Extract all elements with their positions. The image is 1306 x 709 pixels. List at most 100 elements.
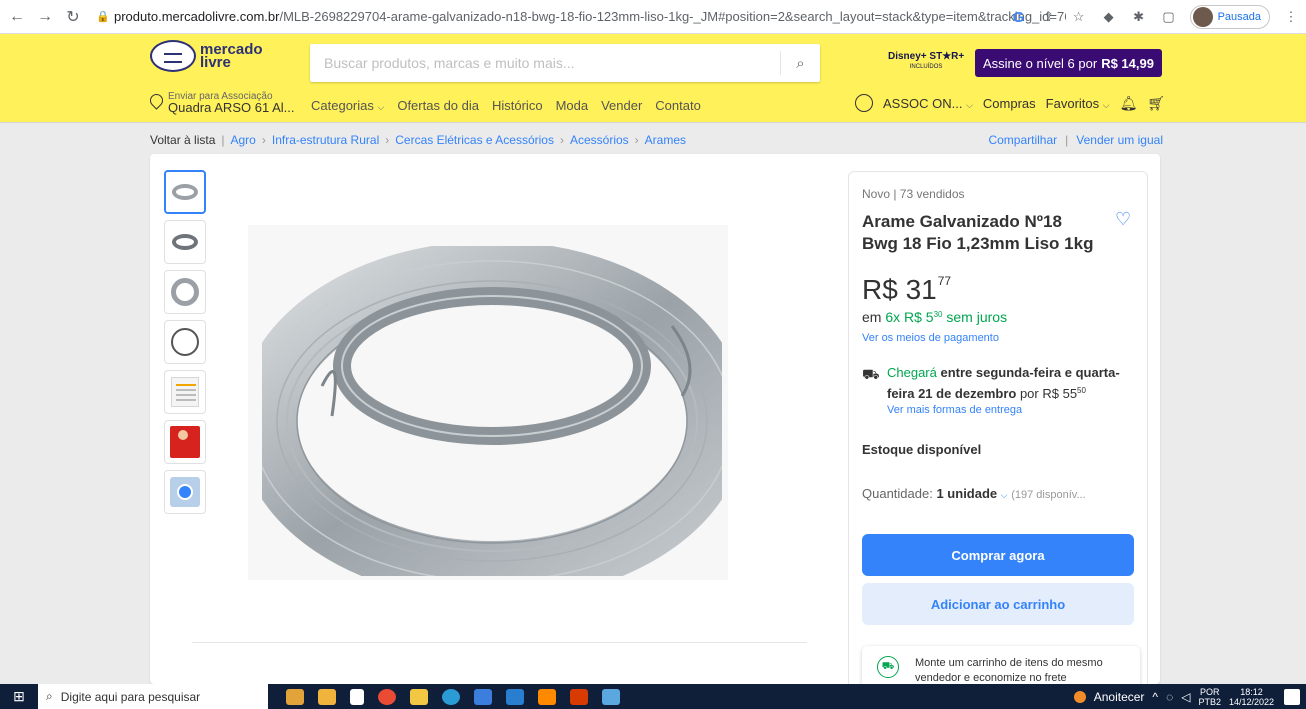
quantity-selector[interactable]: Quantidade: 1 unidade ⌵ (197 disponív... [862,486,1086,501]
buy-now-button[interactable]: Comprar agora [862,534,1134,576]
truck-icon: ⛟ [862,366,880,382]
condition-sold: Novo | 73 vendidos [862,187,965,201]
office-icon[interactable] [570,688,588,705]
menu-icon[interactable]: ⋮ [1282,8,1300,26]
handshake-icon [150,40,196,72]
nav-categorias[interactable]: Categorias ⌵ [311,98,384,113]
ship-to-location[interactable]: Enviar para Associação Quadra ARSO 61 Al… [147,91,294,114]
vlc-icon[interactable] [538,688,556,705]
purchases-link[interactable]: Compras [983,96,1036,111]
star-icon[interactable]: ☆ [1070,8,1088,26]
url-host: produto.mercadolivre.com.br [114,9,280,24]
nav-historico[interactable]: Histórico [492,98,543,113]
thumbnail[interactable] [164,220,206,264]
taskbar-app-icon[interactable] [318,688,336,705]
nav-vender[interactable]: Vender [601,98,642,113]
nav-moda[interactable]: Moda [556,98,589,113]
taskbar-app-icon[interactable] [286,688,304,705]
network-icon[interactable]: ◌ [1166,690,1173,704]
sidepanel-icon[interactable]: ▢ [1160,8,1178,26]
video-thumbnail[interactable] [164,470,206,514]
nav-contato[interactable]: Contato [655,98,701,113]
chevron-down-icon: ⌵ [377,102,385,112]
photos-icon[interactable] [602,688,620,705]
shipping-info: Chegará entre segunda-feira e quarta-fei… [887,365,1120,401]
logo[interactable]: mercado livre [150,40,263,72]
price-cents: 77 [937,274,952,288]
breadcrumb-item[interactable]: Cercas Elétricas e Acessórios [395,133,554,147]
url-path: /MLB-2698229704-arame-galvanizado-n18-bw… [279,9,1066,24]
chevron-up-icon[interactable]: ^ [1152,690,1158,704]
thumbnail[interactable] [164,320,206,364]
profile-label: Pausada [1217,11,1261,23]
profile-button[interactable]: Pausada [1189,5,1270,29]
share-link[interactable]: Compartilhar [988,133,1057,147]
product-title: Arame Galvanizado Nº18 Bwg 18 Fio 1,23mm… [862,212,1094,253]
bell-icon[interactable]: 🔔︎ [1120,95,1138,112]
notification-icon[interactable] [1284,689,1300,705]
cart-icon[interactable]: 🛒︎ [1147,95,1165,112]
subscription-promo[interactable]: Assine o nível 6 por R$ 14,99 [975,49,1162,77]
breadcrumb-item[interactable]: Arames [645,133,686,147]
reload-icon[interactable]: ↻ [62,6,84,28]
heart-icon[interactable]: ♡ [1115,209,1131,230]
forward-arrow-icon[interactable]: → [34,6,56,28]
file-explorer-icon[interactable] [410,688,428,705]
clock[interactable]: 18:12 14/12/2022 [1229,687,1274,707]
installments: em 6x R$ 530 sem juros [862,309,1008,325]
taskbar-search[interactable]: ⌕ Digite aqui para pesquisar [38,684,268,709]
thumbnail[interactable] [164,170,206,214]
cart-tip-text: Monte um carrinho de itens do mesmo vend… [915,657,1103,684]
search-icon: ⌕ [46,689,53,703]
divider [192,642,807,643]
extension-icon[interactable]: ◆ [1100,8,1118,26]
disney-star-badge[interactable]: Disney+ ST★R+ INCLUÍDOS [888,52,964,72]
payment-methods-link[interactable]: Ver os meios de pagamento [862,332,999,344]
chrome-icon[interactable] [378,688,396,705]
thumbnail[interactable] [164,420,206,464]
google-icon[interactable]: G [1010,8,1028,26]
taskbar-search-placeholder: Digite aqui para pesquisar [60,689,201,704]
user-menu[interactable]: ASSOC ON... ⌵ [883,96,973,111]
user-icon [855,94,873,112]
volume-icon[interactable]: ◁ [1181,690,1190,704]
thumbnail[interactable] [164,370,206,414]
breadcrumb: Voltar à lista | Agro › Infra-estrutura … [150,133,686,147]
disney-label: Disney+ ST★R+ [888,51,965,62]
promo-price: R$ 14,99 [1101,55,1154,71]
breadcrumb-item[interactable]: Acessórios [570,133,629,147]
nav-ofertas[interactable]: Ofertas do dia [397,98,479,113]
favorites-menu[interactable]: Favoritos ⌵ [1046,96,1110,111]
search-input[interactable] [310,44,770,82]
location-pin-icon [147,91,166,110]
promo-text: Assine o nível 6 por [983,55,1098,71]
add-to-cart-button[interactable]: Adicionar ao carrinho [862,583,1134,625]
wire-coil-image [262,246,722,576]
more-delivery-link[interactable]: Ver mais formas de entrega [887,404,1022,416]
back-arrow-icon[interactable]: ← [6,6,28,28]
puzzle-icon[interactable]: ✱ [1130,8,1148,26]
site-header: mercado livre ⌕ Disney+ ST★R+ INCLUÍDOS … [0,34,1306,122]
chevron-down-icon: ⌵ [966,99,973,110]
chevron-down-icon: ⌵ [1102,99,1110,110]
lock-icon: 🔒 [96,11,110,23]
weather-text[interactable]: Anoitecer [1094,690,1145,704]
breadcrumb-item[interactable]: Infra-estrutura Rural [272,133,379,147]
edge-icon[interactable] [442,688,460,705]
user-nav: ASSOC ON... ⌵ Compras Favoritos ⌵ 🔔︎ 🛒︎ [855,94,1165,112]
windows-start-icon[interactable]: ⊞ [0,684,38,709]
breadcrumb-item[interactable]: Agro [231,133,256,147]
search-box: ⌕ [310,44,820,82]
back-to-list-link[interactable]: Voltar à lista [150,133,215,147]
share-icon[interactable]: ⇪ [1040,8,1058,26]
disney-sub: INCLUÍDOS [909,64,943,70]
thumbnail-gallery [164,170,206,514]
thumbnail[interactable] [164,270,206,314]
sell-same-link[interactable]: Vender um igual [1076,133,1163,147]
mail-icon[interactable] [506,688,524,705]
language-indicator[interactable]: POR PTB2 [1198,687,1221,707]
store-icon[interactable] [474,688,492,705]
search-icon[interactable]: ⌕ [780,51,820,75]
address-bar[interactable]: 🔒 produto.mercadolivre.com.br/MLB-269822… [96,4,1066,30]
task-view-icon[interactable] [350,688,364,705]
